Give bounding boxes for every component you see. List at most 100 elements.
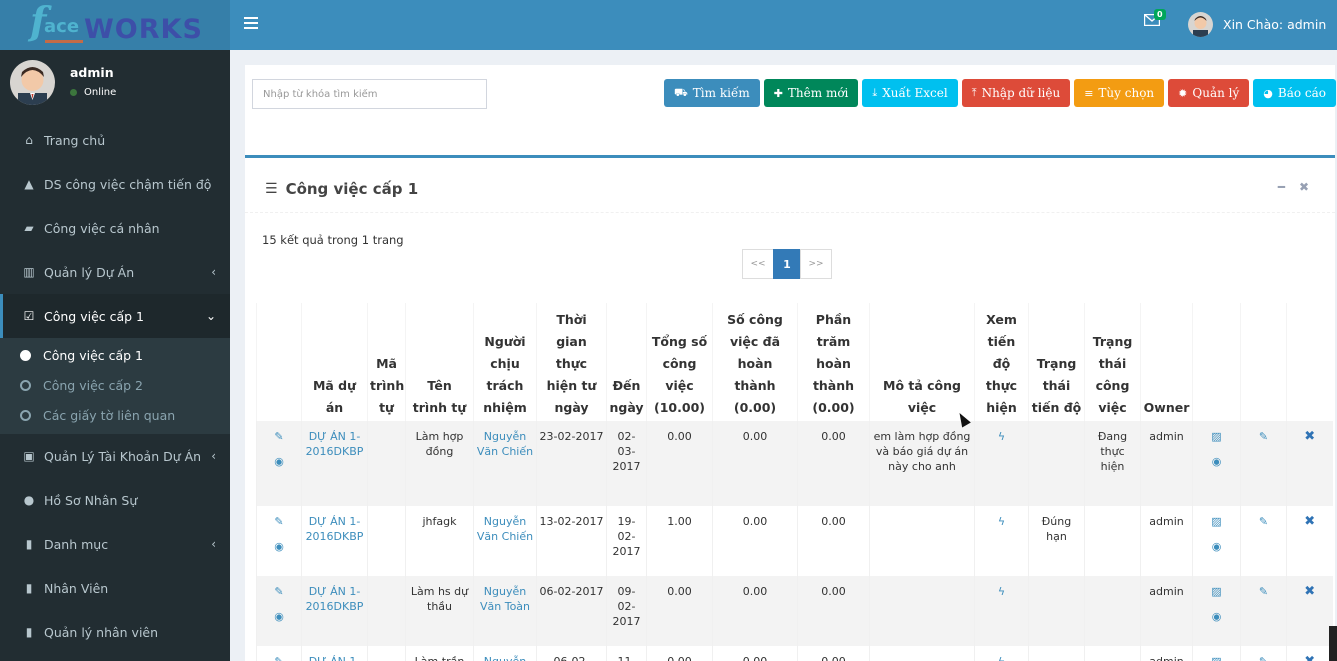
minimize-icon[interactable]: ━	[1278, 180, 1285, 194]
edit-icon[interactable]: ✎	[259, 429, 299, 444]
col-total[interactable]: Tổng số công việc (10.00)	[646, 303, 713, 421]
col-seq-code[interactable]: Mã trình tự	[367, 303, 406, 421]
pager-next[interactable]: >>	[800, 249, 832, 279]
eye-icon[interactable]: ◉	[259, 539, 299, 554]
done: 0.00	[712, 646, 798, 661]
project-link[interactable]: DỰ ÁN 1-2016DKBP	[301, 506, 368, 576]
col-description[interactable]: Mô tả công việc	[869, 303, 975, 421]
pager-page-1[interactable]: 1	[773, 249, 801, 279]
from-date: 06-02-	[536, 646, 607, 661]
sidebar-item-categories[interactable]: ▮ Danh mục ‹	[0, 522, 230, 566]
add-new-button[interactable]: ✚ Thêm mới	[763, 79, 859, 107]
responsible-link[interactable]: Nguyễn Văn Chiến	[473, 506, 537, 576]
seq-name: Làm hợp đồng	[405, 421, 474, 506]
edit-icon[interactable]: ✎	[259, 514, 299, 529]
options-button[interactable]: ≡ Tùy chọn	[1074, 79, 1165, 107]
edit-icon[interactable]: ✎	[259, 654, 299, 661]
search-button[interactable]: ⛟ Tìm kiếm	[663, 79, 760, 107]
col-seq-name[interactable]: Tên trình tự	[405, 303, 474, 421]
description	[869, 576, 975, 646]
export-excel-button[interactable]: ⤓ Xuất Excel	[862, 79, 958, 107]
sidebar-item-level1-tasks[interactable]: ☑ Công việc cấp 1 ⌄	[0, 294, 230, 338]
bolt-icon[interactable]: ϟ	[977, 654, 1026, 661]
eye-icon[interactable]: ◉	[259, 609, 299, 624]
edit-icon[interactable]: ✎	[1243, 584, 1284, 599]
sidebar-item-hr-records[interactable]: ● Hồ Sơ Nhân Sự	[0, 478, 230, 522]
scrollbar-thumb[interactable]	[1329, 626, 1337, 661]
button-label: Tìm kiếm	[692, 86, 750, 100]
sidebar-item-project-management[interactable]: ▥ Quản lý Dự Án ‹	[0, 250, 230, 294]
sidebar-item-personal-tasks[interactable]: ▰ Công việc cá nhân	[0, 206, 230, 250]
edit-icon[interactable]: ✎	[1243, 654, 1284, 661]
submenu-item-level1[interactable]: Công việc cấp 1	[0, 340, 230, 370]
project-link[interactable]: DỰ ÁN 1-	[301, 646, 368, 661]
col-project-code[interactable]: Mã dự án	[301, 303, 368, 421]
delete-icon[interactable]: ✖	[1304, 429, 1315, 444]
total: 1.00	[646, 506, 713, 576]
logo-underline	[45, 40, 83, 43]
percent: 0.00	[797, 421, 870, 506]
download-icon: ⤓	[872, 86, 878, 99]
col-to-date[interactable]: Đến ngày	[606, 303, 647, 421]
edit-icon[interactable]: ✎	[1243, 429, 1284, 444]
delete-icon[interactable]: ✖	[1304, 654, 1315, 661]
close-icon[interactable]: ✖	[1299, 180, 1309, 194]
to-date: 19-02-2017	[606, 506, 647, 576]
bolt-icon[interactable]: ϟ	[977, 584, 1026, 599]
delete-icon[interactable]: ✖	[1304, 514, 1315, 529]
responsible-link[interactable]: Nguyễn	[473, 646, 537, 661]
col-view-progress[interactable]: Xem tiến độ thực hiện	[974, 303, 1029, 421]
col-responsible[interactable]: Người chịu trách nhiệm	[473, 303, 537, 421]
table-row: ✎ ◉ DỰ ÁN 1-2016DKBP jhfagk Nguyễn Văn Ch…	[256, 506, 1333, 576]
submenu: Công việc cấp 1 Công việc cấp 2 Các giấy…	[0, 338, 230, 434]
from-date: 06-02-2017	[536, 576, 607, 646]
search-input[interactable]	[252, 79, 487, 109]
upload-icon: ⤒	[971, 86, 977, 99]
eye-icon[interactable]: ◉	[1195, 454, 1238, 469]
delete-icon[interactable]: ✖	[1304, 584, 1315, 599]
submenu-item-level2[interactable]: Công việc cấp 2	[0, 370, 230, 400]
manage-button[interactable]: ✹ Quản lý	[1168, 79, 1250, 107]
seq-code	[367, 646, 406, 661]
edit-icon[interactable]: ✎	[259, 584, 299, 599]
check-square-icon: ☑	[23, 309, 35, 323]
col-progress-status[interactable]: Trạng thái tiến độ	[1028, 303, 1085, 421]
sidebar-item-home[interactable]: ⌂ Trang chủ	[0, 118, 230, 162]
col-delete	[1286, 303, 1333, 421]
col-owner[interactable]: Owner	[1140, 303, 1193, 421]
sidebar-item-employees[interactable]: ▮ Nhân Viên	[0, 566, 230, 610]
sidebar-item-label: Quản Lý Tài Khoản Dự Án	[44, 448, 202, 464]
image-icon[interactable]: ▨	[1195, 654, 1238, 661]
user-icon: ●	[23, 493, 35, 507]
image-icon[interactable]: ▨	[1195, 514, 1238, 529]
bolt-icon[interactable]: ϟ	[977, 429, 1026, 444]
work-status	[1084, 506, 1141, 576]
responsible-link[interactable]: Nguyễn Văn Toàn	[473, 576, 537, 646]
project-link[interactable]: DỰ ÁN 1-2016DKBP	[301, 576, 368, 646]
pager-prev[interactable]: <<	[742, 249, 774, 279]
app-logo[interactable]: f ace WORKS	[0, 0, 230, 50]
bolt-icon[interactable]: ϟ	[977, 514, 1026, 529]
col-work-status[interactable]: Trạng thái công việc	[1084, 303, 1141, 421]
owner: admin	[1140, 576, 1193, 646]
project-link[interactable]: DỰ ÁN 1-2016DKBP	[301, 421, 368, 506]
eye-icon[interactable]: ◉	[1195, 609, 1238, 624]
col-percent[interactable]: Phần trăm hoàn thành (0.00)	[797, 303, 870, 421]
image-icon[interactable]: ▨	[1195, 584, 1238, 599]
col-done[interactable]: Số công việc đã hoàn thành (0.00)	[712, 303, 798, 421]
user-menu[interactable]: Xin Chào: admin	[1188, 12, 1326, 37]
eye-icon[interactable]: ◉	[259, 454, 299, 469]
sidebar-item-project-accounts[interactable]: ▣ Quản Lý Tài Khoản Dự Án ‹	[0, 434, 230, 478]
sidebar-item-delayed-tasks[interactable]: ▲ DS công việc chậm tiến độ	[0, 162, 230, 206]
image-icon[interactable]: ▨	[1195, 429, 1238, 444]
responsible-link[interactable]: Nguyễn Văn Chiến	[473, 421, 537, 506]
edit-icon[interactable]: ✎	[1243, 514, 1284, 529]
sidebar-toggle-icon[interactable]	[244, 17, 258, 29]
box-title: ☰ Công việc cấp 1	[265, 180, 418, 198]
submenu-item-documents[interactable]: Các giấy tờ liên quan	[0, 400, 230, 430]
import-data-button[interactable]: ⤒ Nhập dữ liệu	[961, 79, 1071, 107]
sidebar-item-employee-management[interactable]: ▮ Quản lý nhân viên	[0, 610, 230, 654]
eye-icon[interactable]: ◉	[1195, 539, 1238, 554]
report-button[interactable]: ◕ Báo cáo	[1253, 79, 1336, 107]
col-from-date[interactable]: Thời gian thực hiện tư ngày	[536, 303, 607, 421]
